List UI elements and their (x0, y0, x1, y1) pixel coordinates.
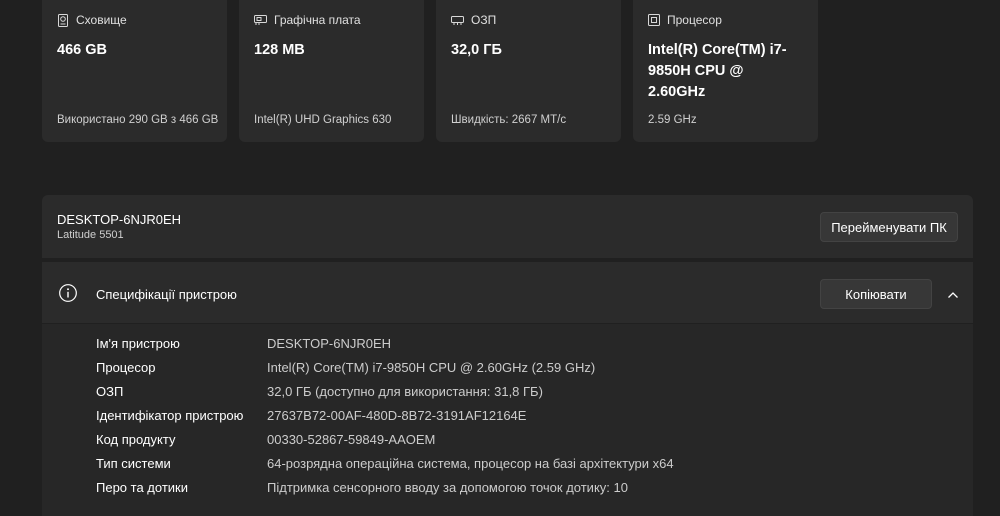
card-subtitle: Швидкість: 2667 МТ/с (451, 114, 567, 126)
graphics-card-icon (254, 14, 267, 26)
card-subtitle: Використано 290 GB з 466 GB (57, 114, 219, 126)
card-title: Процесор (667, 13, 722, 27)
hardware-cards: Сховище 466 GB Використано 290 GB з 466 … (42, 0, 818, 142)
spec-value: 32,0 ГБ (доступно для використання: 31,8… (267, 384, 543, 399)
spec-value: 00330-52867-59849-AAOEM (267, 432, 436, 447)
spec-value: 64-розрядна операційна система, процесор… (267, 456, 674, 471)
card-value: 466 GB (57, 42, 107, 58)
spec-label: Тип системи (96, 456, 171, 471)
card-value: Intel(R) Core(TM) i7-9850H CPU @ 2.60GHz (648, 42, 787, 100)
spec-label: Перо та дотики (96, 480, 188, 495)
spec-label: ОЗП (96, 384, 124, 399)
info-icon (58, 283, 78, 308)
chevron-up-icon[interactable] (947, 286, 959, 304)
spec-value: 27637B72-00AF-480D-8B72-3191AF12164E (267, 408, 527, 423)
graphics-card[interactable]: Графічна плата 128 MB Intel(R) UHD Graph… (239, 0, 424, 142)
device-name-panel: DESKTOP-6NJR0EH Latitude 5501 Перейменув… (42, 195, 973, 258)
spec-value: DESKTOP-6NJR0EH (267, 336, 392, 351)
spec-label: Ідентифікатор пристрою (96, 408, 244, 423)
spec-label: Процесор (96, 360, 156, 375)
spec-label: Ім'я пристрою (96, 336, 180, 351)
card-title: Графічна плата (274, 13, 361, 27)
card-subtitle: Intel(R) UHD Graphics 630 (254, 114, 392, 126)
ram-card[interactable]: ОЗП 32,0 ГБ Швидкість: 2667 МТ/с (436, 0, 621, 142)
device-specs-header[interactable]: Специфікації пристрою Копіювати (42, 262, 973, 323)
spec-value: Підтримка сенсорного вводу за допомогою … (267, 480, 628, 495)
card-title: Сховище (76, 13, 127, 27)
spec-value: Intel(R) Core(TM) i7-9850H CPU @ 2.60GHz… (267, 360, 596, 375)
processor-card[interactable]: Процесор Intel(R) Core(TM) i7-9850H CPU … (633, 0, 818, 142)
device-specs-list: Ім'я пристрою DESKTOP-6NJR0EH Процесор I… (42, 324, 973, 516)
processor-icon (648, 14, 660, 26)
card-header: Сховище (57, 13, 212, 27)
card-header: ОЗП (451, 13, 606, 27)
spec-label: Код продукту (96, 432, 176, 447)
card-value: 128 MB (254, 42, 305, 58)
copy-button[interactable]: Копіювати (820, 279, 932, 309)
device-specs-title: Специфікації пристрою (96, 287, 237, 302)
rename-pc-button[interactable]: Перейменувати ПК (820, 212, 958, 242)
storage-icon (57, 13, 69, 27)
ram-icon (451, 15, 464, 26)
card-header: Графічна плата (254, 13, 409, 27)
card-value: 32,0 ГБ (451, 42, 502, 58)
card-header: Процесор (648, 13, 803, 27)
card-subtitle: 2.59 GHz (648, 114, 697, 126)
storage-card[interactable]: Сховище 466 GB Використано 290 GB з 466 … (42, 0, 227, 142)
card-title: ОЗП (471, 13, 497, 27)
